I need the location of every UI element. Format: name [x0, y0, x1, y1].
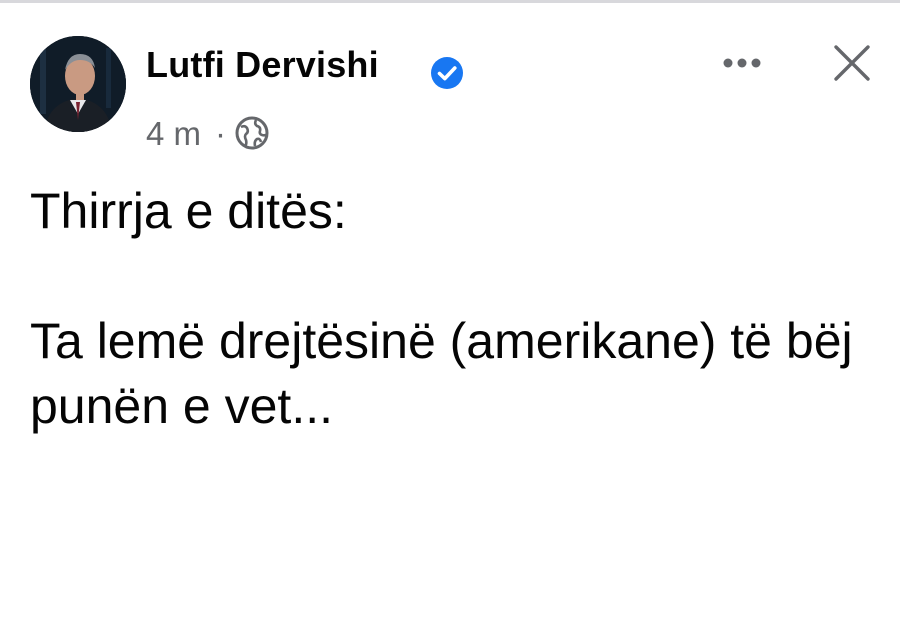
- avatar-photo: [30, 36, 126, 132]
- post-text-line: Thirrja e ditës:: [30, 183, 347, 239]
- author-avatar[interactable]: [30, 36, 126, 132]
- close-button[interactable]: [826, 37, 878, 89]
- post-timestamp[interactable]: 4 m: [146, 117, 201, 150]
- verified-badge-icon: [431, 57, 463, 89]
- post-text-paragraph: Ta lemë drejtësinë (amerikane) të bëj pu…: [30, 313, 867, 434]
- more-options-button[interactable]: [718, 43, 766, 83]
- meta-separator: ·: [215, 114, 227, 152]
- globe-icon[interactable]: [234, 115, 270, 151]
- close-icon: [834, 45, 870, 81]
- post-meta: 4 m ·: [146, 113, 270, 153]
- post-text: Thirrja e ditës: Ta lemë drejtësinë (ame…: [30, 179, 890, 439]
- author-name[interactable]: Lutfi Dervishi: [146, 47, 379, 83]
- more-horizontal-icon: [723, 58, 761, 68]
- facebook-post: Lutfi Dervishi 4 m · Thirrja e ditës: Ta…: [0, 0, 900, 633]
